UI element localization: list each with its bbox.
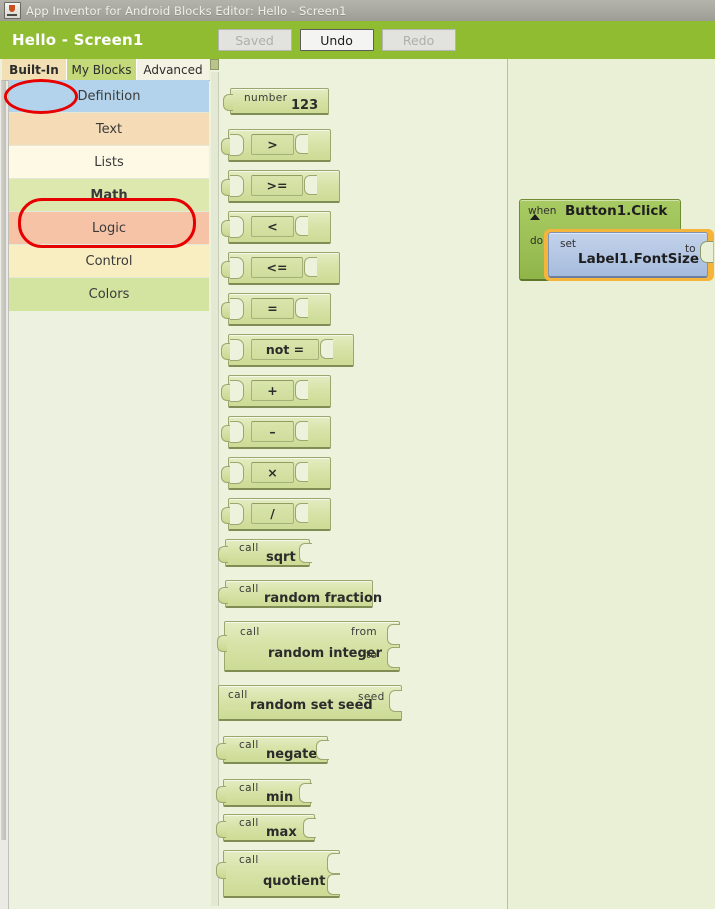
property-name-label: Label1.FontSize <box>578 251 700 267</box>
block-number-value: 123 <box>291 98 319 113</box>
block-call-max-name: max <box>266 825 297 840</box>
to-label: to <box>685 243 696 255</box>
block-minus-label: – <box>251 421 294 442</box>
set-label: set <box>560 238 577 250</box>
event-name-label: Button1.Click <box>565 203 668 219</box>
block-call-negate[interactable]: call negate <box>216 736 329 764</box>
block-number[interactable]: number 123 <box>223 88 329 115</box>
blocks-workspace[interactable]: when Button1.Click do set Label1.FontSiz… <box>508 59 715 909</box>
block-not-equal-label: not = <box>251 339 319 360</box>
block-set-label1-fontsize[interactable]: set Label1.FontSize to <box>544 229 714 281</box>
block-call-min-name: min <box>266 790 294 805</box>
block-equal[interactable]: = <box>221 293 331 326</box>
block-call-sqrt[interactable]: call sqrt <box>218 539 312 567</box>
block-less-equal[interactable]: <= <box>221 252 340 285</box>
palette-category-logic[interactable]: Logic <box>9 212 209 245</box>
block-not-equal[interactable]: not = <box>221 334 354 367</box>
block-call-min-call-label: call <box>239 782 259 794</box>
block-less-than-label: < <box>251 216 294 237</box>
block-number-label: number <box>244 92 288 104</box>
project-title: Hello - Screen1 <box>12 31 144 49</box>
setter-value-socket[interactable] <box>700 241 713 263</box>
block-greater-equal-label: >= <box>251 175 303 196</box>
block-random-integer-to-label: to <box>366 649 378 661</box>
block-call-sqrt-call-label: call <box>239 542 259 554</box>
block-call-random-fraction-call-label: call <box>239 583 259 595</box>
palette-category-definition[interactable]: Definition <box>9 80 209 113</box>
block-call-max-call-label: call <box>239 817 259 829</box>
editor-main: Built-In My Blocks Advanced Definition T… <box>0 59 715 909</box>
block-call-random-integer-name: random integer <box>268 646 383 661</box>
block-random-set-seed-name: random set seed <box>250 698 373 713</box>
palette-category-lists[interactable]: Lists <box>9 146 209 179</box>
block-call-min[interactable]: call min <box>216 779 312 807</box>
palette-tab-row: Built-In My Blocks Advanced <box>2 59 210 81</box>
do-label: do <box>530 235 544 247</box>
block-call-quotient-name: quotient <box>263 874 326 889</box>
collapse-triangle-icon[interactable] <box>530 214 540 220</box>
block-multiply[interactable]: × <box>221 457 331 490</box>
block-equal-label: = <box>251 298 294 319</box>
block-divide[interactable]: / <box>221 498 331 531</box>
window-title-text: App Inventor for Android Blocks Editor: … <box>26 3 347 18</box>
palette-category-text[interactable]: Text <box>9 113 209 146</box>
block-call-quotient-call-label: call <box>239 854 259 866</box>
block-greater-than[interactable]: > <box>221 129 331 162</box>
block-plus-label: + <box>251 380 294 401</box>
block-call-sqrt-name: sqrt <box>266 550 296 565</box>
tab-built-in[interactable]: Built-In <box>2 59 67 80</box>
undo-button[interactable]: Undo <box>299 29 374 51</box>
block-call-negate-name: negate <box>266 747 318 762</box>
block-call-random-integer[interactable]: call random integer from to <box>217 621 400 672</box>
block-drawer-flyout: number 123 > >= < <= = not = + – × / cal… <box>210 59 508 909</box>
blocks-editor-window: App Inventor for Android Blocks Editor: … <box>0 0 715 909</box>
block-random-integer-from-label: from <box>351 626 378 638</box>
block-plus[interactable]: + <box>221 375 331 408</box>
block-random-set-seed-call-label: call <box>228 689 248 701</box>
redo-button[interactable]: Redo <box>381 29 456 51</box>
block-multiply-label: × <box>251 462 294 483</box>
block-call-negate-call-label: call <box>239 739 259 751</box>
block-random-set-seed-arg-label: seed <box>358 691 385 703</box>
block-call-random-fraction[interactable]: call random fraction <box>218 580 382 608</box>
block-call-random-fraction-name: random fraction <box>264 591 383 606</box>
flyout-resize-handle[interactable] <box>210 59 507 69</box>
block-call-random-set-seed[interactable]: call random set seed seed <box>218 685 402 721</box>
block-less-equal-label: <= <box>251 257 303 278</box>
flyout-left-rail <box>211 72 219 906</box>
block-less-than[interactable]: < <box>221 211 331 244</box>
tab-my-blocks[interactable]: My Blocks <box>67 59 137 80</box>
editor-toolbar: Hello - Screen1 Saved Undo Redo <box>0 21 715 59</box>
block-minus[interactable]: – <box>221 416 331 449</box>
palette-panel: Built-In My Blocks Advanced Definition T… <box>0 59 211 909</box>
block-call-quotient[interactable]: call quotient <box>216 850 340 898</box>
java-coffee-cup-icon <box>4 2 21 19</box>
block-greater-than-label: > <box>251 134 294 155</box>
block-call-random-integer-call-label: call <box>240 626 260 638</box>
palette-category-math[interactable]: Math <box>9 179 209 212</box>
block-greater-equal[interactable]: >= <box>221 170 340 203</box>
block-call-max[interactable]: call max <box>216 814 316 842</box>
palette-category-colors[interactable]: Colors <box>9 278 209 311</box>
palette-scrollbar[interactable] <box>0 80 9 909</box>
palette-category-control[interactable]: Control <box>9 245 209 278</box>
block-divide-label: / <box>251 503 294 524</box>
saved-button[interactable]: Saved <box>217 29 292 51</box>
tab-advanced[interactable]: Advanced <box>137 59 209 80</box>
window-title-bar: App Inventor for Android Blocks Editor: … <box>0 0 715 22</box>
